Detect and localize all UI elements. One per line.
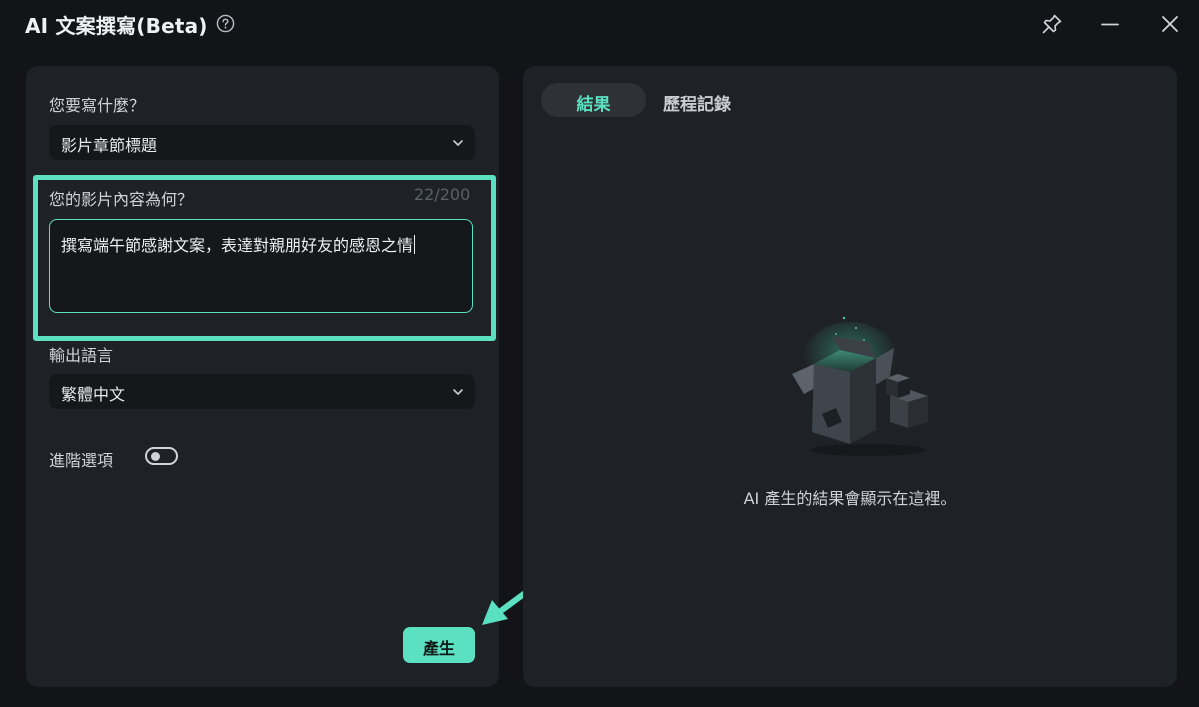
output-language-value: 繁體中文 xyxy=(61,385,126,404)
video-content-text: 撰寫端午節感謝文案，表達對親朋好友的感恩之情 xyxy=(61,235,416,255)
tab-history[interactable]: 歷程記錄 xyxy=(663,90,731,115)
output-language-select[interactable]: 繁體中文 xyxy=(49,374,475,409)
window-title: AI 文案撰寫(Beta) xyxy=(25,14,208,38)
help-icon[interactable] xyxy=(216,14,235,33)
video-content-textarea[interactable]: 撰寫端午節感謝文案，表達對親朋好友的感恩之情 xyxy=(49,219,473,313)
empty-box-icon xyxy=(792,316,928,456)
toggle-knob xyxy=(151,452,160,461)
what-to-write-label: 您要寫什麼？ xyxy=(49,96,146,115)
tab-results-label: 結果 xyxy=(576,95,611,115)
output-language-label: 輸出語言 xyxy=(49,346,114,365)
minimize-icon[interactable] xyxy=(1098,12,1122,36)
advanced-options-label: 進階選項 xyxy=(49,451,114,470)
chevron-down-icon xyxy=(453,140,463,146)
tab-results[interactable]: 結果 xyxy=(541,83,646,117)
title-bar: AI 文案撰寫(Beta) xyxy=(0,0,1199,52)
generate-button[interactable]: 產生 xyxy=(403,627,475,663)
close-icon[interactable] xyxy=(1158,12,1182,36)
content-type-select[interactable]: 影片章節標題 xyxy=(49,125,475,160)
generate-button-label: 產生 xyxy=(422,639,455,658)
pin-icon[interactable] xyxy=(1040,12,1064,36)
chevron-down-icon xyxy=(453,389,463,395)
video-content-label: 您的影片內容為何？ xyxy=(49,190,194,209)
content-type-value: 影片章節標題 xyxy=(61,136,158,155)
character-counter: 22/200 xyxy=(414,185,471,204)
empty-results-message: AI 產生的結果會顯示在這裡。 xyxy=(743,489,957,508)
text-caret xyxy=(414,235,416,254)
advanced-options-toggle[interactable] xyxy=(145,447,178,465)
